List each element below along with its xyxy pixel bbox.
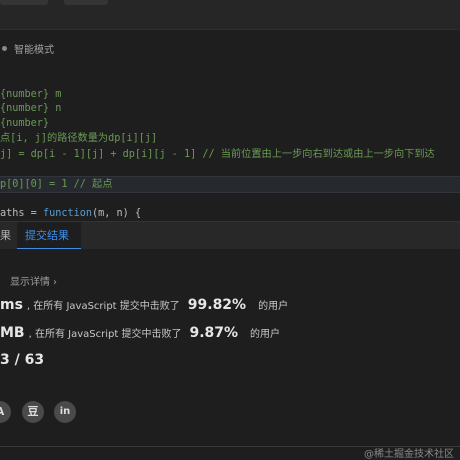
code-token: (m, n) {: [92, 208, 142, 219]
code-editor[interactable]: {number} m {number} n {number} 点[i, j]的路…: [0, 86, 460, 221]
douban-icon[interactable]: 豆: [22, 401, 44, 423]
toolbar-button[interactable]: [64, 0, 108, 5]
mode-dot-icon: [2, 45, 7, 51]
chevron-right-icon: ›: [53, 277, 57, 288]
result-tabs: 果 提交结果: [0, 221, 460, 250]
code-line: aths = function(m, n) {: [0, 206, 460, 221]
code-line: j] = dp[i - 1][j] + dp[i][j - 1] // 当前位置…: [0, 149, 435, 160]
show-details-link[interactable]: 显示详情 ›: [10, 273, 57, 288]
submission-result-panel: 显示详情 › ms , 在所有 JavaScript 提交中击败了 99.82% …: [0, 249, 460, 460]
code-line: {number} n: [0, 103, 62, 114]
top-toolbar: [0, 0, 460, 30]
runtime-percent: 99.82%: [187, 297, 247, 313]
code-line-active: p[0][0] = 1 // 起点: [0, 176, 460, 193]
passed-cases: 3 / 63: [0, 352, 45, 368]
editor-mode-selector[interactable]: 智能模式: [0, 40, 54, 56]
tab-submission-result[interactable]: 提交结果: [17, 222, 81, 250]
memory-stat: MB , 在所有 JavaScript 提交中击败了 9.87% 的用户: [0, 325, 280, 341]
memory-suffix: 的用户: [250, 329, 281, 340]
runtime-suffix: 的用户: [258, 301, 289, 312]
mode-label: 智能模式: [14, 44, 54, 56]
memory-value: MB: [0, 325, 25, 341]
runtime-value: ms: [0, 297, 23, 313]
watermark: @稀土掘金技术社区: [364, 449, 454, 460]
memory-percent: 9.87%: [189, 325, 239, 341]
memory-text: , 在所有 JavaScript 提交中击败了: [28, 329, 182, 340]
code-line: {number}: [0, 118, 50, 129]
code-token: aths =: [0, 208, 43, 219]
runtime-text: , 在所有 JavaScript 提交中击败了: [26, 301, 180, 312]
show-details-label: 显示详情: [10, 277, 50, 288]
runtime-stat: ms , 在所有 JavaScript 提交中击败了 99.82% 的用户: [0, 297, 288, 313]
linkedin-icon[interactable]: in: [54, 401, 76, 423]
code-keyword: function: [42, 208, 93, 219]
code-line: {number} m: [0, 89, 62, 100]
code-line: 点[i, j]的路径数量为dp[i][j]: [0, 133, 158, 144]
toolbar-button[interactable]: [0, 0, 48, 5]
tab-test-result[interactable]: 果: [0, 222, 15, 250]
share-a-icon[interactable]: A: [0, 401, 11, 423]
